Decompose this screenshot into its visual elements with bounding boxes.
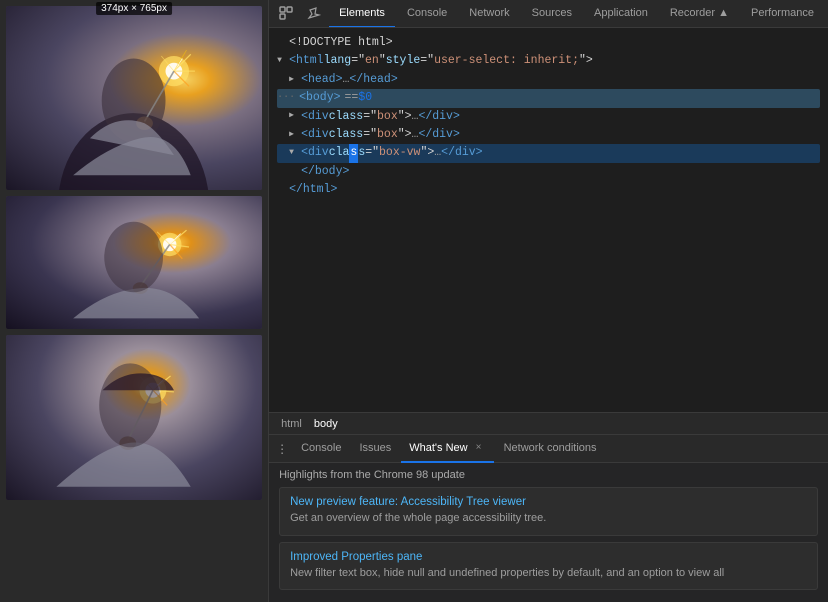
div1-open: <div xyxy=(301,108,329,126)
bottom-tab-bar: ⋮ Console Issues What's New × Network co… xyxy=(269,435,828,463)
html-close: "> xyxy=(579,52,593,70)
feature-1-desc: Get an overview of the whole page access… xyxy=(290,511,807,526)
div2-open: <div xyxy=(301,126,329,144)
whats-new-content: Highlights from the Chrome 98 update New… xyxy=(269,463,828,602)
div2-class-val: box xyxy=(377,126,398,144)
body-open: <body> xyxy=(299,89,340,107)
feature-2-desc: New filter text box, hide null and undef… xyxy=(290,566,807,581)
whatsnew-close-icon[interactable]: × xyxy=(472,441,486,455)
image-card-2 xyxy=(6,196,262,329)
body-line[interactable]: ··· <body> == $0 xyxy=(277,89,820,107)
tab-application[interactable]: Application xyxy=(584,0,658,28)
sparkler-image-2 xyxy=(6,196,262,329)
right-panel: Elements Console Network Sources Applica… xyxy=(268,0,828,602)
tab-inspect[interactable] xyxy=(301,0,327,28)
html-eq1b: " xyxy=(379,52,386,70)
doctype-line[interactable]: <!DOCTYPE html> xyxy=(277,34,820,52)
breadcrumb-body[interactable]: body xyxy=(310,416,342,432)
html-close-line[interactable]: </html> xyxy=(277,181,820,199)
bottom-tab-network-conditions[interactable]: Network conditions xyxy=(496,435,605,463)
dimension-label: 374px × 765px xyxy=(96,2,172,15)
tab-sources[interactable]: Sources xyxy=(522,0,582,28)
div3-class-attr: cla xyxy=(329,144,350,162)
expand-div1[interactable] xyxy=(289,110,299,123)
html-tag-line[interactable]: <html lang="en" style="user-select: inhe… xyxy=(277,52,820,70)
div2-class-attr: class xyxy=(329,126,364,144)
breadcrumb-bar: html body xyxy=(269,412,828,434)
div2-quote: "> xyxy=(398,126,412,144)
doctype-text: <!DOCTYPE html> xyxy=(289,34,393,52)
tab-recorder[interactable]: Recorder ▲ xyxy=(660,0,739,28)
div2-eq: =" xyxy=(363,126,377,144)
expand-html[interactable] xyxy=(277,55,287,68)
div3-class-attr2: s xyxy=(358,144,365,162)
sparkler-image-1 xyxy=(6,6,262,190)
div-box-2-line[interactable]: <div class="box">…</div> xyxy=(277,126,820,144)
div3-class-val: box-vw xyxy=(379,144,420,162)
div3-open: <div xyxy=(301,144,329,162)
body-dots: ··· xyxy=(277,90,295,106)
div2-ellipsis: … xyxy=(412,126,419,144)
bottom-tab-whatsnew[interactable]: What's New × xyxy=(401,435,493,463)
whats-new-title: Highlights from the Chrome 98 update xyxy=(279,469,818,481)
whatsnew-label: What's New xyxy=(409,442,467,454)
left-panel: 374px × 765px xyxy=(0,0,268,602)
breadcrumb-html[interactable]: html xyxy=(277,416,306,432)
div-box-vw-line[interactable]: <div class="box-vw">…</div> xyxy=(277,144,820,162)
body-dollar: $0 xyxy=(358,89,372,107)
head-ellipsis: … xyxy=(343,71,350,89)
bottom-more-icon[interactable]: ⋮ xyxy=(273,440,291,458)
div3-ellipsis: … xyxy=(434,144,441,162)
html-style-val: user-select: inherit; xyxy=(434,52,579,70)
sparkler-image-3 xyxy=(6,335,262,500)
expand-div2[interactable] xyxy=(289,129,299,142)
bottom-panel: ⋮ Console Issues What's New × Network co… xyxy=(269,434,828,602)
tab-pointer-icon[interactable] xyxy=(273,0,299,28)
expand-head[interactable] xyxy=(289,74,299,87)
html-lang-attr: lang xyxy=(324,52,352,70)
html-open-tag: <html xyxy=(289,52,324,70)
div1-close: </div> xyxy=(418,108,459,126)
tab-network[interactable]: Network xyxy=(459,0,519,28)
feature-card-1[interactable]: New preview feature: Accessibility Tree … xyxy=(279,487,818,535)
html-close-tag: </html> xyxy=(289,181,337,199)
bottom-tab-issues[interactable]: Issues xyxy=(351,435,399,463)
bottom-tab-console[interactable]: Console xyxy=(293,435,349,463)
feature-card-2[interactable]: Improved Properties pane New filter text… xyxy=(279,542,818,590)
div3-cursor: s xyxy=(349,144,358,162)
div3-close: </div> xyxy=(441,144,482,162)
head-close-tag: </head> xyxy=(349,71,397,89)
html-eq2: =" xyxy=(420,52,434,70)
div1-eq: =" xyxy=(363,108,377,126)
image-card-1 xyxy=(6,6,262,190)
body-close-line[interactable]: </body> xyxy=(277,163,820,181)
head-tag: <head> xyxy=(301,71,342,89)
div3-eq: =" xyxy=(365,144,379,162)
tab-console[interactable]: Console xyxy=(397,0,457,28)
body-close-tag: </body> xyxy=(301,163,349,181)
feature-1-title[interactable]: New preview feature: Accessibility Tree … xyxy=(290,496,807,508)
tab-performance[interactable]: Performance xyxy=(741,0,824,28)
div2-close: </div> xyxy=(418,126,459,144)
body-eq: == xyxy=(345,89,359,107)
div1-class-attr: class xyxy=(329,108,364,126)
div1-quote: "> xyxy=(398,108,412,126)
div1-ellipsis: … xyxy=(412,108,419,126)
div3-quote: "> xyxy=(420,144,434,162)
div1-class-val: box xyxy=(377,108,398,126)
devtools-tab-bar: Elements Console Network Sources Applica… xyxy=(269,0,828,28)
head-line[interactable]: <head>…</head> xyxy=(277,71,820,89)
div-box-1-line[interactable]: <div class="box">…</div> xyxy=(277,108,820,126)
feature-2-title[interactable]: Improved Properties pane xyxy=(290,551,807,563)
tab-elements[interactable]: Elements xyxy=(329,0,395,28)
html-style-attr: style xyxy=(386,52,421,70)
image-card-3 xyxy=(6,335,262,500)
html-lang-val: en xyxy=(365,52,379,70)
expand-div3[interactable] xyxy=(289,147,299,160)
html-source-panel: <!DOCTYPE html> <html lang="en" style="u… xyxy=(269,28,828,412)
html-eq1: =" xyxy=(351,52,365,70)
